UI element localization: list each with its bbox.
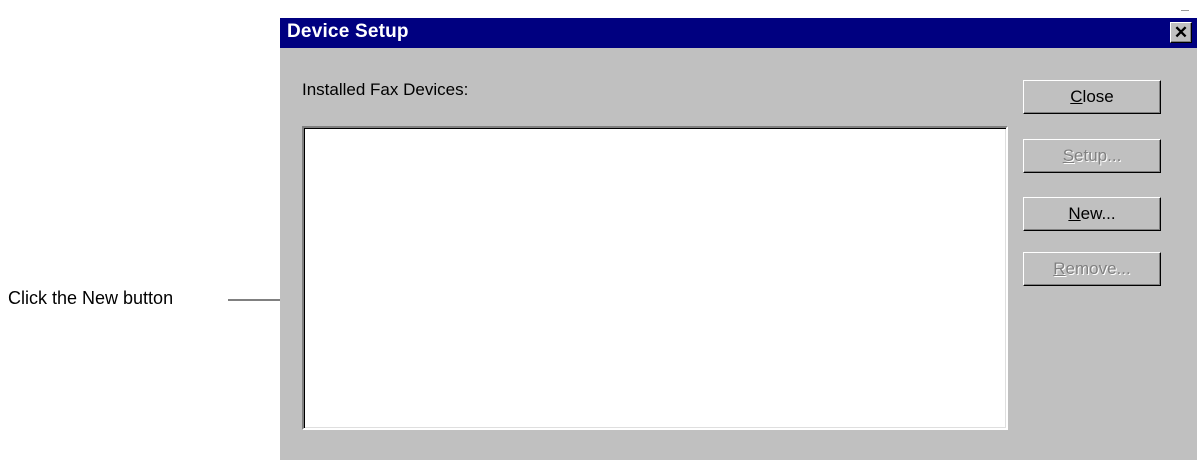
setup-button[interactable]: Setup... [1023,139,1161,173]
close-icon[interactable]: ✕ [1170,22,1192,43]
dialog-title: Device Setup [287,21,409,42]
callout-label: Click the New button [8,288,174,308]
close-button-mnemonic: C [1070,87,1083,106]
remove-button[interactable]: Remove... [1023,252,1161,286]
remove-button-label: emove... [1065,259,1131,278]
remove-button-mnemonic: R [1053,259,1066,278]
new-button[interactable]: New... [1023,197,1161,231]
new-button-label: ew... [1080,204,1116,223]
close-button[interactable]: Close [1023,80,1161,114]
installed-devices-label: Installed Fax Devices: [302,80,469,99]
title-bar[interactable]: Device Setup ✕ [280,18,1197,48]
new-button-mnemonic: N [1068,204,1081,223]
device-setup-dialog: Device Setup ✕ Installed Fax Devices: Cl… [280,18,1197,460]
divider [1181,10,1189,11]
installed-devices-list[interactable] [302,126,1008,430]
setup-button-label: etup... [1074,146,1122,165]
close-button-label: lose [1082,87,1114,106]
setup-button-mnemonic: S [1062,146,1075,165]
